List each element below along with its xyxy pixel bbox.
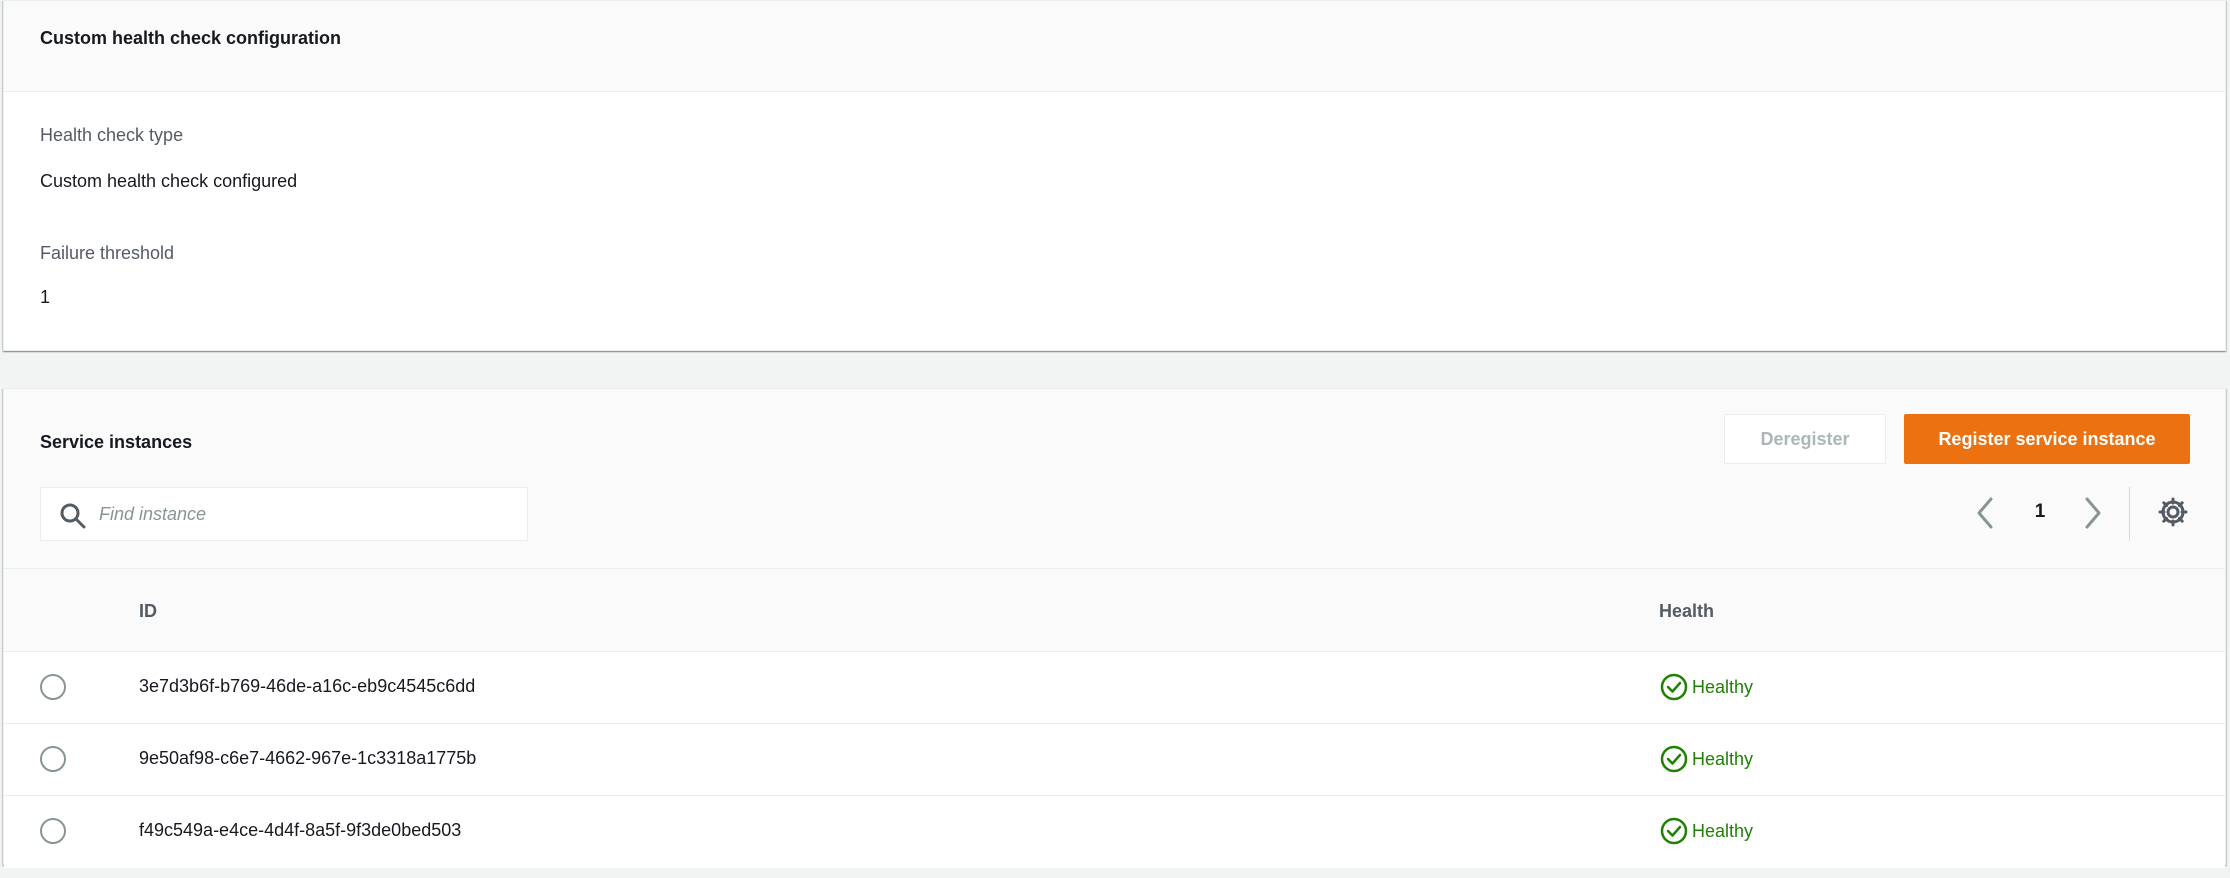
- service-instances-panel: Service instances Deregister Register se…: [3, 388, 2226, 868]
- failure-threshold-value: 1: [40, 287, 51, 307]
- failure-threshold-label: Failure threshold: [40, 243, 175, 263]
- check-circle-icon: [1660, 817, 1688, 845]
- instance-id: f49c549a-e4ce-4d4f-8a5f-9f3de0bed503: [139, 820, 462, 840]
- row-select-radio[interactable]: [40, 818, 66, 844]
- instances-panel-header: Service instances Deregister Register se…: [4, 389, 2225, 569]
- health-status: Healthy: [1660, 672, 1753, 702]
- column-header-id[interactable]: ID: [139, 601, 157, 622]
- health-check-type-label: Health check type: [40, 125, 184, 145]
- table-header: ID Health: [4, 569, 2225, 652]
- table-row[interactable]: 3e7d3b6f-b769-46de-a16c-eb9c4545c6dd Hea…: [4, 652, 2225, 724]
- health-status-text: Healthy: [1692, 820, 1754, 841]
- chevron-left-icon: [1975, 496, 1995, 535]
- pager-divider: [2129, 487, 2130, 541]
- instance-id: 9e50af98-c6e7-4662-967e-1c3318a1775b: [139, 748, 477, 768]
- table-settings-button[interactable]: [2156, 497, 2190, 531]
- health-status: Healthy: [1660, 816, 1753, 846]
- health-status: Healthy: [1660, 744, 1753, 774]
- gear-icon: [2157, 496, 2189, 533]
- row-select-radio[interactable]: [40, 674, 66, 700]
- chevron-right-icon: [2083, 496, 2103, 535]
- check-circle-icon: [1660, 673, 1688, 701]
- table-row[interactable]: f49c549a-e4ce-4d4f-8a5f-9f3de0bed503 Hea…: [4, 796, 2225, 868]
- check-circle-icon: [1660, 745, 1688, 773]
- row-select-radio[interactable]: [40, 746, 66, 772]
- health-check-config-panel: Custom health check configuration Health…: [3, 0, 2226, 351]
- config-panel-title: Custom health check configuration: [40, 28, 342, 48]
- next-page-button[interactable]: [2078, 495, 2108, 535]
- previous-page-button[interactable]: [1970, 495, 2000, 535]
- instance-id: 3e7d3b6f-b769-46de-a16c-eb9c4545c6dd: [139, 676, 476, 696]
- register-service-instance-button[interactable]: Register service instance: [1904, 414, 2190, 464]
- config-panel-header: Custom health check configuration: [4, 1, 2225, 92]
- instances-panel-title: Service instances: [40, 432, 193, 452]
- health-status-text: Healthy: [1692, 748, 1754, 769]
- search-box[interactable]: [40, 487, 528, 541]
- search-icon: [59, 502, 87, 530]
- column-header-health[interactable]: Health: [1659, 601, 1714, 622]
- table-row[interactable]: 9e50af98-c6e7-4662-967e-1c3318a1775b Hea…: [4, 724, 2225, 796]
- deregister-button[interactable]: Deregister: [1724, 414, 1886, 464]
- find-instance-input[interactable]: [99, 488, 519, 540]
- health-status-text: Healthy: [1692, 676, 1754, 697]
- health-check-type-value: Custom health check configured: [40, 171, 298, 191]
- current-page-number[interactable]: 1: [2022, 501, 2058, 523]
